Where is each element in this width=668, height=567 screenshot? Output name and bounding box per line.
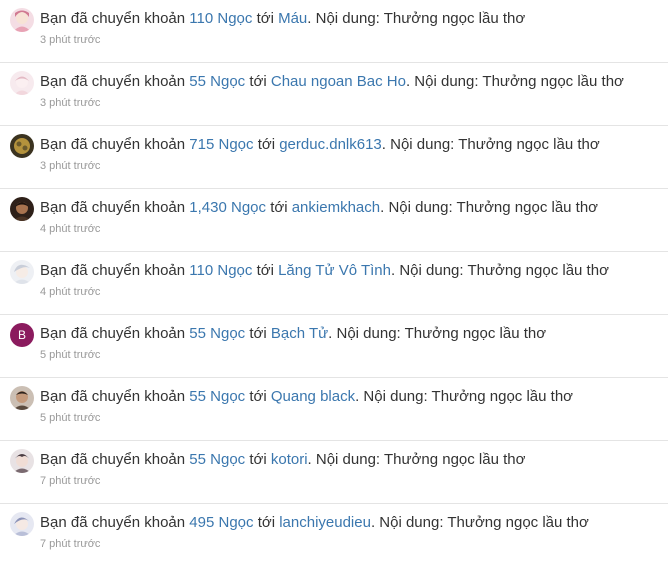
recipient-link[interactable]: Máu: [278, 10, 307, 27]
list-item[interactable]: Bạn đã chuyển khoản 495 Ngọc tới lanchiy…: [0, 504, 668, 567]
list-item[interactable]: Bạn đã chuyển khoản 110 Ngọc tới Máu. Nộ…: [0, 0, 668, 63]
transfer-content: . Nội dung: Thưởng ngọc lầu thơ: [370, 514, 589, 531]
transfer-message: Bạn đã chuyển khoản 110 Ngọc tới Máu. Nộ…: [40, 10, 525, 28]
timestamp: 4 phút trước: [40, 223, 101, 235]
transfer-message: Bạn đã chuyển khoản 55 Ngọc tới Chau ngo…: [40, 73, 624, 91]
amount-link[interactable]: 55 Ngọc: [189, 325, 245, 342]
transfer-message: Bạn đã chuyển khoản 55 Ngọc tới Quang bl…: [40, 388, 573, 406]
avatar-letter: B: [17, 328, 26, 342]
recipient-link[interactable]: ankiemkhach: [292, 199, 380, 216]
amount-link[interactable]: 110 Ngọc: [189, 262, 252, 279]
transfer-prefix: Bạn đã chuyển khoản: [40, 325, 186, 342]
transfer-content: . Nội dung: Thưởng ngọc lầu thơ: [328, 325, 547, 342]
recipient-link[interactable]: Bạch Tử: [271, 325, 328, 342]
transfer-content: . Nội dung: Thưởng ngọc lầu thơ: [405, 73, 624, 90]
transfer-prefix: Bạn đã chuyển khoản: [40, 262, 186, 279]
list-item[interactable]: Bạn đã chuyển khoản 1,430 Ngọc tới ankie…: [0, 189, 668, 252]
list-item[interactable]: Bạn đã chuyển khoản 715 Ngọc tới gerduc.…: [0, 126, 668, 189]
transfer-message: Bạn đã chuyển khoản 55 Ngọc tới kotori. …: [40, 451, 525, 469]
recipient-link[interactable]: kotori: [271, 451, 308, 468]
amount-link[interactable]: 55 Ngọc: [189, 451, 245, 468]
amount-link[interactable]: 55 Ngọc: [189, 73, 245, 90]
list-item[interactable]: Bạn đã chuyển khoản 55 Ngọc tới Quang bl…: [0, 378, 668, 441]
list-item[interactable]: B Bạn đã chuyển khoản 55 Ngọc tới Bạch T…: [0, 315, 668, 378]
transfer-message: Bạn đã chuyển khoản 55 Ngọc tới Bạch Tử.…: [40, 325, 546, 343]
transfer-content: . Nội dung: Thưởng ngọc lầu thơ: [307, 10, 526, 27]
recipient-link[interactable]: Lăng Tử Vô Tình: [278, 262, 391, 279]
to-word: tới: [256, 262, 274, 279]
timestamp: 4 phút trước: [40, 286, 101, 298]
list-item[interactable]: Bạn đã chuyển khoản 110 Ngọc tới Lăng Tử…: [0, 252, 668, 315]
transfer-prefix: Bạn đã chuyển khoản: [40, 514, 186, 531]
to-word: tới: [249, 451, 267, 468]
list-item[interactable]: Bạn đã chuyển khoản 55 Ngọc tới kotori. …: [0, 441, 668, 504]
timestamp: 7 phút trước: [40, 475, 101, 487]
transfer-prefix: Bạn đã chuyển khoản: [40, 136, 186, 153]
recipient-link[interactable]: lanchiyeudieu: [279, 514, 371, 531]
amount-link[interactable]: 110 Ngọc: [189, 10, 252, 27]
amount-link[interactable]: 55 Ngọc: [189, 388, 245, 405]
amount-link[interactable]: 715 Ngọc: [189, 136, 253, 153]
transfer-content: . Nội dung: Thưởng ngọc lầu thơ: [380, 199, 599, 216]
transfer-content: . Nội dung: Thưởng ngọc lầu thơ: [391, 262, 609, 279]
transfer-content: . Nội dung: Thưởng ngọc lầu thơ: [381, 136, 600, 153]
timestamp: 5 phút trước: [40, 349, 101, 361]
timestamp: 5 phút trước: [40, 412, 101, 424]
to-word: tới: [270, 199, 288, 216]
transfer-message: Bạn đã chuyển khoản 495 Ngọc tới lanchiy…: [40, 514, 589, 532]
avatar[interactable]: [10, 197, 34, 221]
transfer-content: . Nội dung: Thưởng ngọc lầu thơ: [307, 451, 526, 468]
timestamp: 3 phút trước: [40, 160, 101, 172]
avatar[interactable]: [10, 8, 34, 32]
to-word: tới: [249, 388, 267, 405]
amount-link[interactable]: 1,430 Ngọc: [189, 199, 266, 216]
avatar[interactable]: [10, 260, 34, 284]
to-word: tới: [257, 514, 276, 531]
list-item[interactable]: Bạn đã chuyển khoản 55 Ngọc tới Chau ngo…: [0, 63, 668, 126]
recipient-link[interactable]: Quang black: [271, 388, 355, 405]
avatar[interactable]: [10, 71, 34, 95]
transfer-message: Bạn đã chuyển khoản 1,430 Ngọc tới ankie…: [40, 199, 598, 217]
to-word: tới: [249, 325, 267, 342]
timestamp: 7 phút trước: [40, 538, 101, 550]
timestamp: 3 phút trước: [40, 34, 101, 46]
transfer-prefix: Bạn đã chuyển khoản: [40, 73, 186, 90]
transfer-prefix: Bạn đã chuyển khoản: [40, 451, 186, 468]
timestamp: 3 phút trước: [40, 97, 101, 109]
recipient-link[interactable]: Chau ngoan Bac Ho: [271, 73, 406, 90]
transfer-content: . Nội dung: Thưởng ngọc lầu thơ: [355, 388, 573, 405]
to-word: tới: [256, 10, 274, 27]
transfer-prefix: Bạn đã chuyển khoản: [40, 388, 186, 405]
recipient-link[interactable]: gerduc.dnlk613: [279, 136, 382, 153]
avatar[interactable]: [10, 134, 34, 158]
transfer-prefix: Bạn đã chuyển khoản: [40, 10, 186, 27]
to-word: tới: [257, 136, 276, 153]
transfer-message: Bạn đã chuyển khoản 715 Ngọc tới gerduc.…: [40, 136, 600, 154]
avatar[interactable]: B: [10, 323, 34, 347]
transfer-prefix: Bạn đã chuyển khoản: [40, 199, 186, 216]
avatar[interactable]: [10, 449, 34, 473]
avatar[interactable]: [10, 512, 34, 536]
amount-link[interactable]: 495 Ngọc: [189, 514, 253, 531]
transfer-message: Bạn đã chuyển khoản 110 Ngọc tới Lăng Tử…: [40, 262, 609, 280]
to-word: tới: [249, 73, 267, 90]
transfer-notification-list: Bạn đã chuyển khoản 110 Ngọc tới Máu. Nộ…: [0, 0, 668, 567]
avatar[interactable]: [10, 386, 34, 410]
